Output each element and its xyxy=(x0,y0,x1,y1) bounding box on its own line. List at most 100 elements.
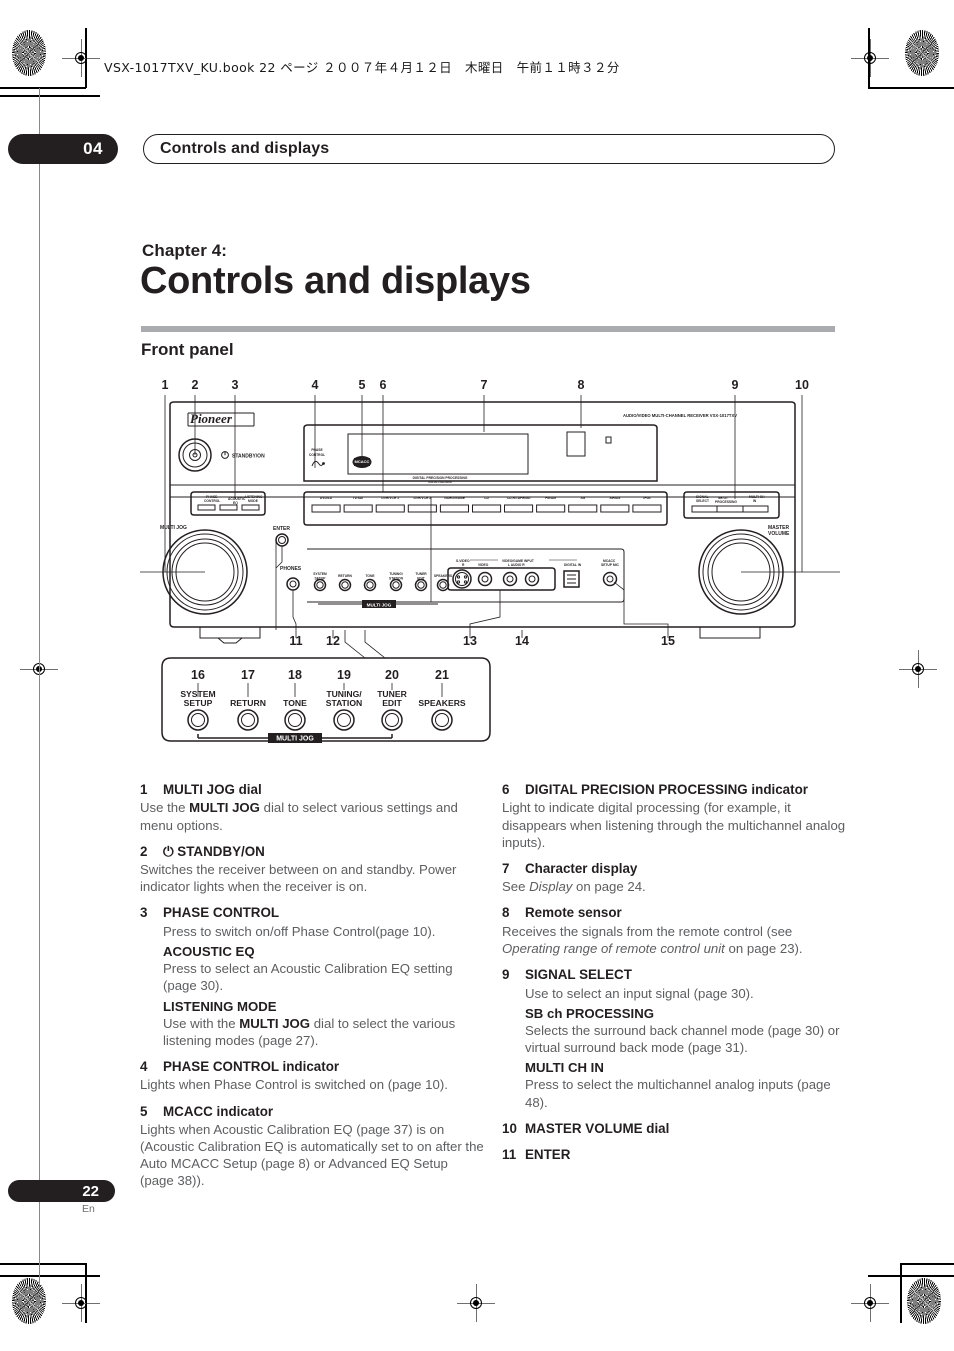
control-item-title: PHASE CONTROL indicator xyxy=(163,1058,340,1074)
front-small-button xyxy=(363,578,377,592)
control-item-paragraph: Selects the surround back channel mode (… xyxy=(525,1022,840,1056)
control-item-title: MCACC indicator xyxy=(163,1103,274,1119)
svg-text:ENTER: ENTER xyxy=(273,526,290,532)
front-small-button xyxy=(436,578,450,592)
svg-text:6: 6 xyxy=(380,378,387,392)
moire-target-top-right xyxy=(905,30,939,76)
svg-text:DIGITAL IN: DIGITAL IN xyxy=(564,563,582,567)
control-item-paragraph: Use the MULTI JOG dial to select various… xyxy=(140,800,458,833)
control-item-number: 10 xyxy=(502,1120,517,1136)
svg-text:2: 2 xyxy=(192,378,199,392)
crop-line-bottom-right-h xyxy=(868,1275,954,1277)
front-small-button-label: TONE xyxy=(365,574,375,578)
input-selector-label: XM xyxy=(580,496,585,500)
control-item-heading: 6 DIGITAL PRECISION PROCESSING indicator xyxy=(502,781,847,798)
inset-button-label: TONE xyxy=(283,698,307,708)
control-item-number: 11 xyxy=(502,1147,517,1163)
crop-line-top-right-h xyxy=(868,87,954,89)
crop-line-top-left-v xyxy=(85,28,87,88)
svg-text:19: 19 xyxy=(337,668,351,682)
control-item-title: Character display xyxy=(525,860,638,876)
control-description-item: 2 ⏻ STANDBY/ON Switches the receiver betwe… xyxy=(140,843,485,896)
input-selector-button xyxy=(568,504,598,513)
inset-button-label: RETURN xyxy=(230,698,266,708)
svg-text:21: 21 xyxy=(435,668,449,682)
page-number: 22 xyxy=(8,1180,115,1202)
input-selector-button xyxy=(375,504,405,513)
control-item-subheading: SB ch PROCESSING xyxy=(525,1005,654,1021)
input-selector-label: FM/AM xyxy=(545,496,556,500)
front-small-button-label: RETURN xyxy=(338,574,352,578)
control-item-number: 7 xyxy=(502,860,510,876)
control-item-title: DIGITAL PRECISION PROCESSING indicator xyxy=(525,782,808,797)
registration-mark-top-right xyxy=(851,39,889,77)
control-item-heading: 11 ENTER xyxy=(502,1146,847,1163)
control-item-number: 4 xyxy=(140,1058,148,1074)
control-item-title: ENTER xyxy=(525,1147,571,1163)
svg-text:CONTROL: CONTROL xyxy=(204,499,220,503)
control-item-paragraph: Use with the MULTI JOG dial to select th… xyxy=(163,1015,456,1048)
input-selector-label: DVD/LD xyxy=(320,496,333,500)
crop-line-bottom-right-v xyxy=(900,1263,902,1323)
svg-text:4: 4 xyxy=(312,378,319,392)
front-small-button xyxy=(414,578,428,592)
control-description-item: 4 PHASE CONTROL indicator Lights when Phas… xyxy=(140,1058,485,1094)
input-selector-label: VIDEO/GAME xyxy=(444,496,466,500)
control-item-subheading: ACOUSTIC EQ xyxy=(163,944,255,960)
svg-text:MULTI JOG: MULTI JOG xyxy=(276,736,314,743)
input-selector-button xyxy=(632,504,662,513)
svg-text:VIDEO: VIDEO xyxy=(478,563,489,567)
svg-text:DIGITAL PRECISION: DIGITAL PRECISION xyxy=(428,481,451,484)
description-column-right: 6 DIGITAL PRECISION PROCESSING indicator L… xyxy=(502,781,847,1165)
control-item-paragraph: See Display on page 24. xyxy=(502,879,646,895)
control-item-paragraph: Press to select an Acoustic Calibration … xyxy=(163,961,453,994)
control-item-paragraph: Press to select the multichannel analog … xyxy=(525,1077,831,1110)
control-item-paragraph: Receives the signals from the remote con… xyxy=(502,923,803,957)
front-small-button-inner xyxy=(392,581,400,589)
control-item-heading: 10 MASTER VOLUME dial xyxy=(502,1120,847,1137)
front-small-button xyxy=(313,578,327,592)
front-panel-figure: .ln { stroke:#231f20; fill:none; } .w1 {… xyxy=(140,372,840,772)
input-selector-label: iPod xyxy=(643,496,650,500)
input-selector-button xyxy=(311,504,341,513)
control-item-number: 2 xyxy=(140,843,148,859)
model-text: AUDIO/VIDEO MULTI-CHANNEL RECEIVER VSX-1… xyxy=(623,413,737,418)
registration-mark-bottom-right xyxy=(851,1284,889,1322)
svg-text:PROCESSING: PROCESSING xyxy=(715,500,737,504)
control-item-heading: 4 PHASE CONTROL indicator xyxy=(140,1058,485,1075)
control-item-title: PHASE CONTROL xyxy=(163,905,280,921)
svg-text:MCACC: MCACC xyxy=(355,459,370,464)
crop-line-bottom-left-v xyxy=(85,1263,87,1323)
svg-text:17: 17 xyxy=(241,668,255,682)
control-description-item: 1 MULTI JOG dial Use the MULTI JOG dial to… xyxy=(140,781,485,834)
svg-text:SETUP MIC: SETUP MIC xyxy=(601,563,620,567)
svg-text:18: 18 xyxy=(288,668,302,682)
description-column-left: 1 MULTI JOG dial Use the MULTI JOG dial to… xyxy=(140,781,485,1190)
running-head: Controls and displays xyxy=(143,134,835,164)
control-item-title: ⏻ STANDBY/ON xyxy=(163,843,265,859)
control-item-title: Remote sensor xyxy=(525,905,622,921)
svg-text:MULTI JOG: MULTI JOG xyxy=(367,602,392,607)
control-description-item: 11 ENTER xyxy=(502,1146,847,1163)
control-item-paragraph: Light to indicate digital processing (fo… xyxy=(502,800,846,850)
front-small-button-inner xyxy=(417,581,425,589)
control-description-item: 5 MCACC indicator Lights when Acoustic Cal… xyxy=(140,1103,485,1190)
svg-text:STANDBY/ON: STANDBY/ON xyxy=(232,453,265,459)
svg-text:CONTROL: CONTROL xyxy=(309,453,325,457)
page-language: En xyxy=(82,1203,95,1215)
front-small-button-inner xyxy=(439,581,447,589)
control-item-paragraph: Switches the receiver between on and sta… xyxy=(140,862,457,895)
control-description-item: 6 DIGITAL PRECISION PROCESSING indicator L… xyxy=(502,781,847,851)
control-item-paragraph: Use to select an input signal (page 30). xyxy=(525,985,754,1001)
control-description-item: 7 Character display See Display on page 24… xyxy=(502,860,847,896)
svg-text:MODE: MODE xyxy=(248,499,259,503)
crop-line-top-left-h xyxy=(0,87,86,89)
control-item-number: 1 xyxy=(140,782,148,797)
control-description-item: 3 PHASE CONTROL Press to switch on/off Pha… xyxy=(140,904,485,1049)
input-selector-button xyxy=(407,504,437,513)
front-small-button-label: SYSTEM xyxy=(313,572,327,576)
input-selector-label: TV/SAT xyxy=(352,496,363,500)
control-item-heading: 9 SIGNAL SELECT xyxy=(502,966,847,983)
control-item-heading: 7 Character display xyxy=(502,860,847,877)
svg-text:10: 10 xyxy=(795,378,809,392)
